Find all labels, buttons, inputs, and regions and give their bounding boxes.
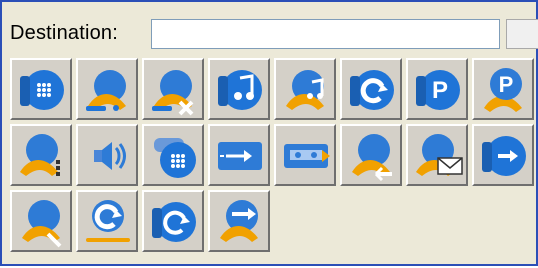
call-conference-icon [22, 200, 62, 248]
phone-park-button[interactable]: P [406, 58, 468, 120]
destination-input[interactable] [151, 19, 500, 49]
phone-park-icon: P [416, 70, 460, 110]
call-email-button[interactable] [406, 124, 468, 186]
phone-forward-button[interactable] [472, 124, 534, 186]
call-person-transfer-icon [152, 70, 194, 116]
svg-text:P: P [432, 77, 448, 104]
phone-forward-icon [482, 136, 526, 176]
call-arrow-button[interactable] [208, 190, 270, 252]
phone-stack-dialpad-icon [154, 138, 196, 178]
phone-music-icon [218, 70, 262, 110]
call-person-transfer-button[interactable] [142, 58, 204, 120]
call-music-button[interactable] [274, 58, 336, 120]
phone-dialpad-icon [20, 70, 64, 110]
call-list-button[interactable] [10, 124, 72, 186]
phone-dialpad-button[interactable] [10, 58, 72, 120]
call-person-button[interactable] [76, 58, 138, 120]
call-toolbar-grid: P P [8, 58, 536, 268]
call-person-icon [86, 70, 126, 111]
park-call-button[interactable]: P [472, 58, 534, 120]
phone-stack-dialpad-button[interactable] [142, 124, 204, 186]
destination-label: Destination: [10, 22, 119, 44]
phone-redial-icon [350, 70, 394, 110]
speaker-volume-button[interactable] [76, 124, 138, 186]
phone-redial-button[interactable] [340, 58, 402, 120]
destination-row: Destination: [8, 12, 538, 52]
call-arrow-icon [220, 200, 258, 242]
dialer-panel: Destination: P P [0, 0, 538, 266]
call-conference-button[interactable] [10, 190, 72, 252]
phone-refresh-icon [152, 202, 196, 242]
destination-dropdown-button[interactable] [506, 19, 538, 49]
forward-message-icon [218, 142, 262, 170]
cassette-voicemail-icon [284, 144, 330, 168]
redial-cycle-icon [86, 200, 130, 242]
cassette-voicemail-button[interactable] [274, 124, 336, 186]
forward-message-button[interactable] [208, 124, 270, 186]
call-incoming-icon [352, 134, 392, 182]
phone-music-button[interactable] [208, 58, 270, 120]
call-music-icon [286, 70, 324, 110]
call-email-icon [416, 134, 463, 176]
call-incoming-button[interactable] [340, 124, 402, 186]
call-list-icon [20, 134, 60, 176]
speaker-volume-icon [94, 142, 126, 170]
redial-cycle-button[interactable] [76, 190, 138, 252]
park-call-icon: P [484, 68, 522, 112]
svg-text:P: P [499, 72, 514, 97]
phone-refresh-button[interactable] [142, 190, 204, 252]
